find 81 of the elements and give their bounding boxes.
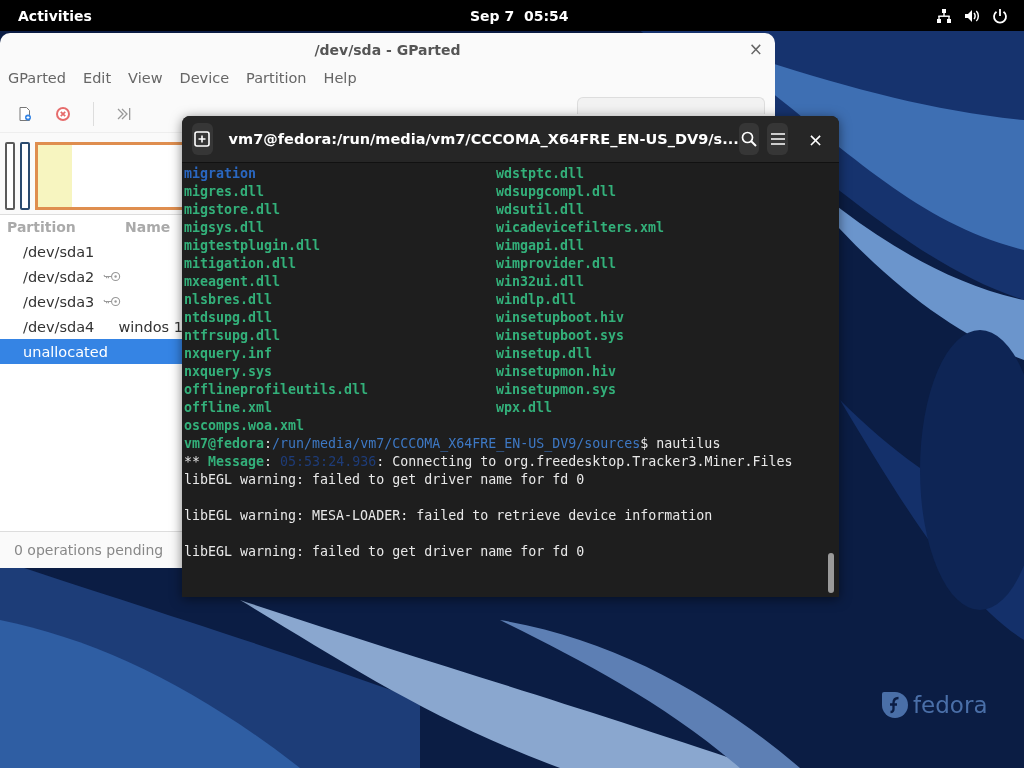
- new-tab-icon: [194, 131, 211, 147]
- terminal-text: libEGL warning: failed to get driver name for fd 0: [184, 471, 585, 489]
- terminal-text: :: [264, 435, 273, 453]
- fedora-logo-text: fedora: [913, 692, 988, 718]
- partition-row[interactable]: /dev/sda4 windos 1: [0, 314, 183, 339]
- timestamp: 05:53:24.936: [280, 453, 377, 471]
- power-icon[interactable]: [992, 7, 1008, 24]
- scrollbar-thumb[interactable]: [828, 553, 834, 593]
- file-name: nlsbres.dll: [184, 292, 273, 307]
- file-name: migstore.dll: [184, 202, 281, 217]
- partition-cell-text: /dev/sda4: [23, 318, 96, 335]
- file-name: wpx.dll: [496, 400, 553, 415]
- file-name: winsetupmon.sys: [496, 382, 617, 397]
- menu-item[interactable]: Help: [323, 70, 357, 96]
- partition-block[interactable]: [35, 142, 182, 210]
- delete-icon[interactable]: [55, 106, 71, 122]
- menu-button[interactable]: [767, 123, 788, 155]
- file-name: winsetupboot.sys: [496, 328, 625, 343]
- partition-row[interactable]: /dev/sda2: [0, 264, 183, 289]
- search-button[interactable]: [738, 123, 760, 155]
- file-name: oscomps.woa.xml: [184, 418, 305, 433]
- partition-row[interactable]: unallocated: [0, 339, 183, 364]
- menu-item[interactable]: View: [128, 70, 163, 96]
- clock[interactable]: Sep 7 05:54: [470, 7, 569, 24]
- used-space-bar: [38, 145, 72, 207]
- prompt-path: /run/media/vm7/CCCOMA_X64FRE_EN-US_DV9/sources: [272, 435, 641, 453]
- menu-item[interactable]: Edit: [83, 70, 112, 96]
- file-name: ntfrsupg.dll: [184, 328, 281, 343]
- terminal-text: libEGL warning: MESA-LOADER: failed to retrieve device information: [184, 507, 713, 525]
- file-name: winsetup.dll: [496, 346, 593, 361]
- apply-icon[interactable]: [116, 106, 132, 122]
- activities-button[interactable]: Activities: [18, 7, 92, 24]
- file-name: windlp.dll: [496, 292, 577, 307]
- terminal-text: **: [184, 453, 201, 471]
- file-name: nxquery.inf: [184, 346, 273, 361]
- file-name: nxquery.sys: [184, 364, 273, 379]
- terminal-text: libEGL warning: failed to get driver name for fd 0: [184, 543, 585, 561]
- file-name: offlineprofileutils.dll: [184, 382, 369, 397]
- partition-handle[interactable]: [20, 142, 30, 210]
- partition-cell-text: /dev/sda3: [23, 293, 96, 310]
- file-name: wicadevicefilters.xml: [496, 220, 665, 235]
- file-name: migration: [184, 166, 257, 181]
- partition-row[interactable]: /dev/sda1: [0, 239, 183, 264]
- prompt-user: Message: [208, 453, 265, 471]
- new-tab-button[interactable]: [192, 123, 213, 155]
- new-document-icon[interactable]: [17, 106, 33, 122]
- menu-item[interactable]: GParted: [8, 70, 66, 96]
- file-name: ntdsupg.dll: [184, 310, 273, 325]
- prompt-user: vm7@fedora: [184, 435, 265, 453]
- file-name: mxeagent.dll: [184, 274, 281, 289]
- partition-row[interactable]: /dev/sda3: [0, 289, 183, 314]
- terminal-text: :: [264, 453, 274, 471]
- file-name: wdstptc.dll: [496, 166, 585, 181]
- window-title: /dev/sda - GParted: [314, 41, 461, 58]
- menu-item[interactable]: Partition: [246, 70, 307, 96]
- file-name: offline.xml: [184, 400, 273, 415]
- status-text: 0 operations pending: [14, 542, 164, 558]
- file-name: wimgapi.dll: [496, 238, 585, 253]
- menu-item[interactable]: Device: [179, 70, 230, 96]
- partition-cell-text: /dev/sda2: [23, 268, 96, 285]
- file-name: migtestplugin.dll: [184, 238, 321, 253]
- close-button[interactable]: ×: [807, 128, 823, 150]
- file-name: mitigation.dll: [184, 256, 297, 271]
- terminal-text: : Connecting to org.freedesktop.Tracker3.Miner.Files: [376, 453, 793, 471]
- file-name: winsetupboot.hiv: [496, 310, 625, 325]
- partition-handle[interactable]: [5, 142, 15, 210]
- file-name: winsetupmon.hiv: [496, 364, 617, 379]
- terminal-text: $ nautilus: [640, 435, 721, 453]
- name-cell: windos 1: [118, 318, 183, 335]
- network-icon[interactable]: [936, 7, 952, 24]
- window-title: vm7@fedora:/run/media/vm7/CCCOMA_X64FRE_EN-US_DV9/s...: [228, 131, 739, 147]
- file-name: win32ui.dll: [496, 274, 585, 289]
- file-name: wimprovider.dll: [496, 256, 617, 271]
- partition-cell-text: /dev/sda1: [23, 243, 96, 260]
- file-name: migsys.dll: [184, 220, 265, 235]
- menu-icon: [769, 131, 786, 147]
- file-name: wdsutil.dll: [496, 202, 585, 217]
- search-icon: [741, 131, 758, 147]
- file-name: migres.dll: [184, 184, 265, 199]
- close-button[interactable]: ×: [748, 39, 763, 59]
- file-name: wdsupgcompl.dll: [496, 184, 617, 199]
